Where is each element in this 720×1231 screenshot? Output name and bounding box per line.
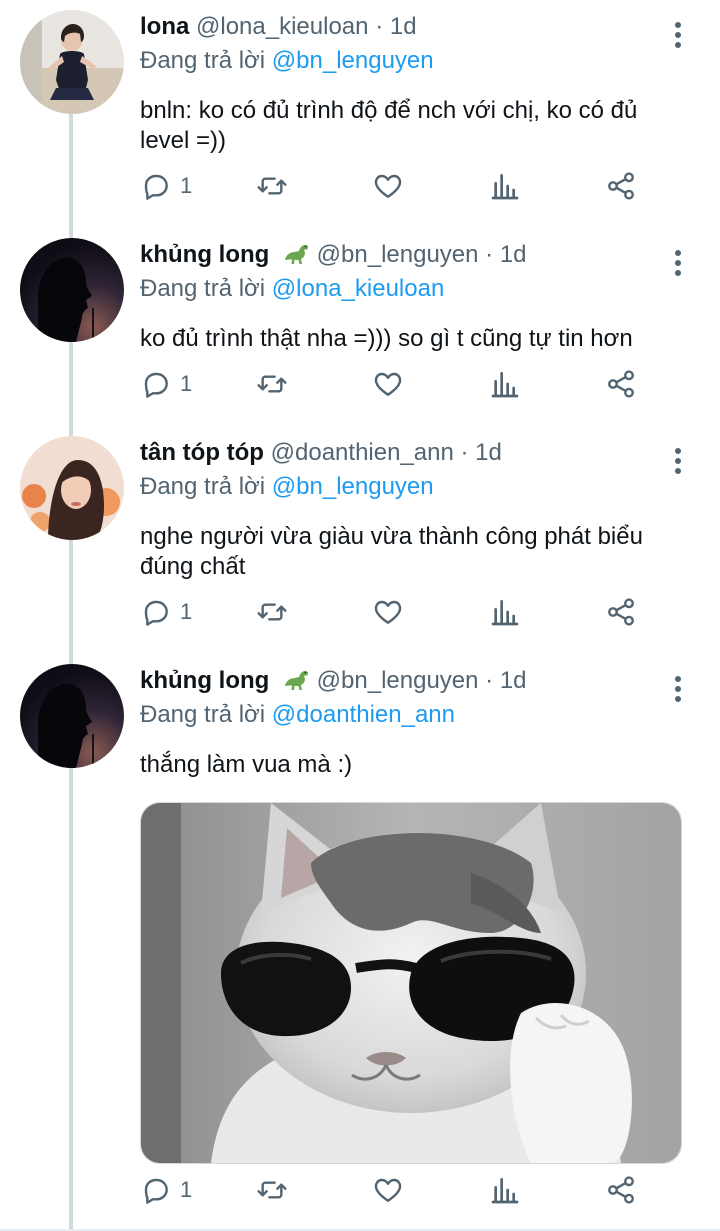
views-icon <box>489 170 521 202</box>
retweet-button[interactable] <box>256 1172 288 1208</box>
retweet-icon <box>256 368 288 400</box>
tweet-text: ko đủ trình thật nha =))) so gì t cũng t… <box>140 325 633 352</box>
like-button[interactable] <box>372 1172 404 1208</box>
mention-link[interactable]: @bn_lenguyen <box>272 47 434 74</box>
tweet[interactable]: khủng long @bn_lenguyen · 1d Đang trả lờ… <box>0 664 720 1224</box>
views-button[interactable] <box>489 366 521 402</box>
views-button[interactable] <box>489 594 521 630</box>
like-button[interactable] <box>372 594 404 630</box>
user-handle[interactable]: @bn_lenguyen <box>317 241 479 268</box>
views-icon <box>489 368 521 400</box>
reply-button[interactable]: 1 <box>140 168 192 204</box>
more-icon[interactable] <box>666 446 690 476</box>
reply-button[interactable]: 1 <box>140 594 192 630</box>
replying-to: Đang trả lời @lona_kieuloan <box>140 274 444 304</box>
dinosaur-emoji <box>282 666 310 692</box>
mention-link[interactable]: @bn_lenguyen <box>272 473 434 500</box>
display-name[interactable]: khủng long <box>140 241 269 268</box>
retweet-button[interactable] <box>256 594 288 630</box>
mention-link[interactable]: @lona_kieuloan <box>272 275 445 302</box>
like-button[interactable] <box>372 366 404 402</box>
timestamp[interactable]: 1d <box>475 439 502 466</box>
reply-count: 1 <box>180 173 193 198</box>
views-button[interactable] <box>489 1172 521 1208</box>
user-handle[interactable]: @bn_lenguyen <box>317 667 479 694</box>
user-handle[interactable]: @doanthien_ann <box>271 439 454 466</box>
share-icon <box>605 596 637 628</box>
reply-icon <box>140 596 172 628</box>
separator-dot: · <box>485 667 494 694</box>
more-icon[interactable] <box>666 674 690 704</box>
retweet-icon <box>256 1174 288 1206</box>
replying-to: Đang trả lời @bn_lenguyen <box>140 472 434 502</box>
separator-dot: · <box>460 439 469 466</box>
share-icon <box>605 170 637 202</box>
like-button[interactable] <box>372 168 404 204</box>
tweet-header: khủng long @bn_lenguyen · 1d <box>140 240 527 270</box>
share-button[interactable] <box>605 594 637 630</box>
replying-prefix: Đang trả lời <box>140 473 266 500</box>
user-handle[interactable]: @lona_kieuloan <box>196 13 369 40</box>
tweet[interactable]: lona @lona_kieuloan · 1d Đang trả lời @b… <box>0 10 720 230</box>
like-icon <box>372 1174 404 1206</box>
reply-button[interactable]: 1 <box>140 366 192 402</box>
retweet-button[interactable] <box>256 168 288 204</box>
avatar[interactable] <box>20 436 124 540</box>
tweet-actions: 1 <box>140 366 680 406</box>
share-icon <box>605 1174 637 1206</box>
share-button[interactable] <box>605 366 637 402</box>
reply-count: 1 <box>180 599 193 624</box>
cat-with-sunglasses-image[interactable] <box>140 802 682 1164</box>
like-icon <box>372 170 404 202</box>
replying-prefix: Đang trả lời <box>140 275 266 302</box>
reply-icon <box>140 368 172 400</box>
views-button[interactable] <box>489 168 521 204</box>
tweet-actions: 1 <box>140 594 680 634</box>
separator-dot: · <box>375 13 384 40</box>
reply-button[interactable]: 1 <box>140 1172 192 1208</box>
tweet-text: nghe người vừa giàu vừa thành công phát … <box>140 523 643 580</box>
tweet-text: thắng làm vua mà :) <box>140 751 353 778</box>
reply-icon <box>140 1174 172 1206</box>
tweet-header: tân tóp tóp @doanthien_ann · 1d <box>140 438 502 468</box>
reply-count: 1 <box>180 1177 193 1202</box>
mention-link[interactable]: @doanthien_ann <box>272 701 455 728</box>
like-icon <box>372 596 404 628</box>
share-icon <box>605 368 637 400</box>
replying-prefix: Đang trả lời <box>140 47 266 74</box>
dinosaur-emoji <box>282 240 310 266</box>
views-icon <box>489 1174 521 1206</box>
timestamp[interactable]: 1d <box>390 13 417 40</box>
timestamp[interactable]: 1d <box>500 667 527 694</box>
tweet-actions: 1 <box>140 1172 680 1212</box>
more-icon[interactable] <box>666 248 690 278</box>
tweet-text: bnln: ko có đủ trình độ để nch với chị, … <box>140 97 638 154</box>
more-icon[interactable] <box>666 20 690 50</box>
display-name[interactable]: tân tóp tóp <box>140 439 264 466</box>
like-icon <box>372 368 404 400</box>
display-name[interactable]: lona <box>140 13 189 40</box>
tweet[interactable]: khủng long @bn_lenguyen · 1d Đang trả lờ… <box>0 238 720 428</box>
avatar[interactable] <box>20 664 124 768</box>
retweet-icon <box>256 170 288 202</box>
separator-dot: · <box>485 241 494 268</box>
tweet-header: khủng long @bn_lenguyen · 1d <box>140 666 527 696</box>
replying-prefix: Đang trả lời <box>140 701 266 728</box>
timestamp[interactable]: 1d <box>500 241 527 268</box>
tweet-actions: 1 <box>140 168 680 208</box>
replying-to: Đang trả lời @bn_lenguyen <box>140 46 434 76</box>
retweet-button[interactable] <box>256 366 288 402</box>
reply-icon <box>140 170 172 202</box>
views-icon <box>489 596 521 628</box>
tweet-header: lona @lona_kieuloan · 1d <box>140 12 417 42</box>
reply-count: 1 <box>180 371 193 396</box>
retweet-icon <box>256 596 288 628</box>
share-button[interactable] <box>605 168 637 204</box>
avatar[interactable] <box>20 10 124 114</box>
replying-to: Đang trả lời @doanthien_ann <box>140 700 455 730</box>
share-button[interactable] <box>605 1172 637 1208</box>
avatar[interactable] <box>20 238 124 342</box>
display-name[interactable]: khủng long <box>140 667 269 694</box>
tweet[interactable]: tân tóp tóp @doanthien_ann · 1d Đang trả… <box>0 436 720 656</box>
